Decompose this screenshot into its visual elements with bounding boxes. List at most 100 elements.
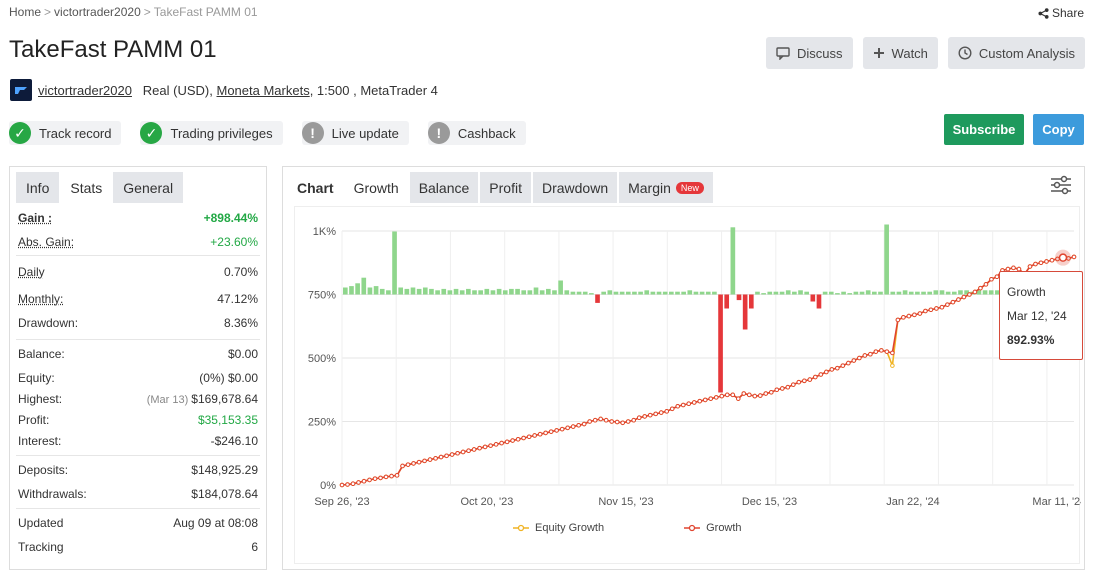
daily-bar	[453, 288, 459, 295]
daily-bar	[373, 286, 379, 295]
daily-bar	[472, 290, 477, 295]
check-icon: ✓	[140, 122, 163, 144]
daily-bar	[699, 291, 705, 295]
daily-bar	[792, 291, 797, 295]
stat-label[interactable]: Abs. Gain:	[18, 235, 74, 249]
track-record-badge[interactable]: ✓ Track record	[9, 121, 122, 145]
daily-bar	[638, 291, 643, 295]
growth-point	[868, 351, 873, 357]
breadcrumb-separator: >	[44, 5, 52, 19]
stat-balance: Balance: $0.00	[10, 340, 266, 367]
chart-tabs: Chart Growth Balance Profit Drawdown Mar…	[283, 167, 1084, 203]
tab-stats[interactable]: Stats	[60, 172, 113, 203]
daily-bar	[466, 288, 471, 295]
x-tick-label: Sep 26, '23	[314, 496, 369, 507]
growth-point	[1027, 264, 1033, 269]
breadcrumb-user[interactable]: victortrader2020	[54, 5, 141, 19]
daily-bar	[379, 288, 385, 295]
growth-point	[697, 398, 703, 404]
growth-point	[840, 363, 846, 368]
tab-growth[interactable]: Growth	[344, 172, 408, 203]
copy-button[interactable]: Copy	[1033, 114, 1084, 145]
growth-point	[735, 396, 741, 401]
growth-point	[466, 448, 471, 454]
exclamation-icon: !	[427, 122, 450, 144]
chart-settings-button[interactable]	[1050, 175, 1072, 200]
growth-point	[614, 419, 620, 425]
growth-point	[554, 428, 559, 433]
tab-drawdown[interactable]: Drawdown	[532, 172, 618, 203]
breadcrumb-home[interactable]: Home	[9, 5, 41, 19]
tab-profit[interactable]: Profit	[480, 172, 531, 203]
tab-balance[interactable]: Balance	[409, 172, 479, 203]
daily-bar	[736, 294, 742, 301]
growth-point	[565, 425, 570, 431]
x-tick-label: Dec 15, '23	[742, 496, 797, 507]
growth-point	[383, 474, 389, 480]
tab-margin[interactable]: Margin New	[619, 172, 713, 203]
growth-point	[543, 430, 548, 436]
growth-point	[642, 414, 648, 419]
daily-bar	[742, 294, 748, 330]
custom-analysis-button[interactable]: Custom Analysis	[947, 37, 1085, 69]
live-update-badge[interactable]: ! Live update	[301, 121, 409, 145]
growth-point	[757, 393, 763, 398]
growth-point	[449, 452, 455, 457]
growth-point	[438, 454, 444, 460]
growth-point	[631, 417, 636, 423]
stat-deposits: Deposits: $148,925.29	[10, 456, 266, 483]
user-link[interactable]: victortrader2020	[38, 83, 132, 98]
growth-point	[730, 392, 736, 398]
growth-point	[774, 387, 780, 393]
growth-chart[interactable]: 0% 250% 500% 750% 1K% Sep 26, '23 Oct 20, '23 N…	[294, 206, 1086, 564]
stat-label[interactable]: Gain :	[18, 211, 52, 225]
growth-point	[796, 379, 802, 385]
custom-analysis-label: Custom Analysis	[978, 45, 1075, 61]
growth-point	[521, 435, 526, 441]
stat-value: $184,078.64	[191, 486, 258, 501]
stat-label[interactable]: Monthly:	[18, 292, 63, 306]
growth-point	[691, 400, 697, 405]
discuss-button[interactable]: Discuss	[766, 37, 853, 69]
tab-general[interactable]: General	[113, 172, 184, 203]
avatar[interactable]	[10, 79, 32, 101]
legend-marker-growth	[684, 524, 701, 532]
stat-label[interactable]: Daily	[18, 265, 45, 279]
stat-abs-gain: Abs. Gain: +23.60%	[10, 229, 266, 255]
growth-point	[972, 289, 978, 295]
plus-icon	[873, 48, 884, 58]
stat-value: 6	[251, 539, 258, 554]
daily-bar	[859, 291, 865, 295]
daily-bar	[650, 291, 656, 295]
share-button[interactable]: Share	[1038, 6, 1084, 20]
tab-info[interactable]: Info	[16, 172, 60, 203]
daily-bar	[398, 287, 404, 295]
daily-bar	[613, 291, 619, 295]
growth-point	[719, 393, 725, 399]
stat-drawdown: Drawdown: 8.36%	[10, 311, 266, 335]
watch-button[interactable]: Watch	[862, 37, 938, 69]
growth-point	[345, 482, 350, 487]
subscribe-button[interactable]: Subscribe	[944, 114, 1024, 145]
trading-privileges-badge[interactable]: ✓ Trading privileges	[140, 121, 283, 145]
growth-point	[592, 417, 598, 423]
legend-growth[interactable]: Growth	[684, 522, 742, 534]
stat-interest: Interest: -$246.10	[10, 430, 266, 451]
stat-label: Deposits:	[18, 462, 69, 477]
cashback-badge[interactable]: ! Cashback	[427, 121, 526, 145]
legend-equity-growth[interactable]: Equity Growth	[513, 522, 604, 534]
x-tick-label: Nov 15, '23	[598, 496, 653, 507]
stat-value: -$246.10	[210, 433, 258, 448]
daily-bar	[515, 288, 520, 295]
growth-point	[768, 389, 774, 395]
growth-point	[708, 396, 714, 401]
broker-link[interactable]: Moneta Markets	[217, 83, 310, 98]
daily-bar	[951, 291, 957, 295]
daily-bar	[361, 277, 367, 295]
daily-bar	[644, 290, 650, 295]
daily-bar	[785, 290, 791, 295]
daily-bar	[552, 290, 557, 295]
account-type: Real (USD),	[142, 82, 213, 98]
daily-bar	[632, 291, 637, 295]
badge-label: Live update	[331, 125, 399, 141]
